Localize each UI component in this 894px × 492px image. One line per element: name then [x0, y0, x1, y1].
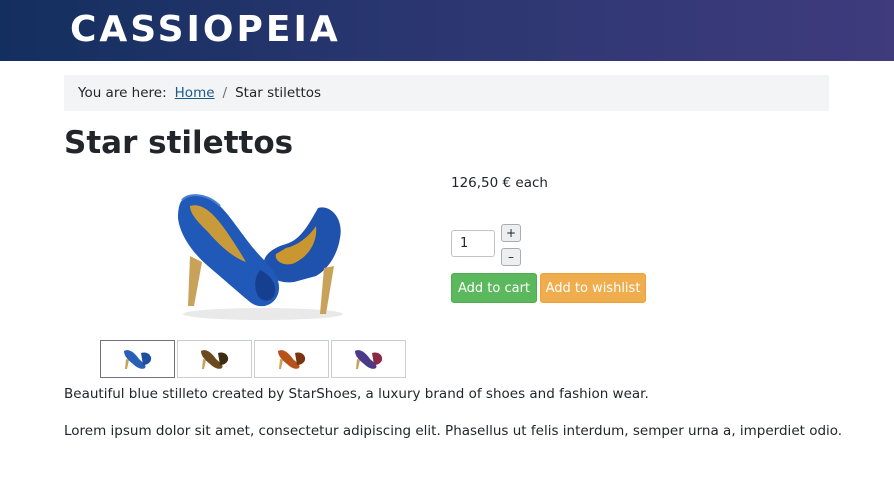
quantity-input[interactable]	[451, 230, 495, 257]
breadcrumb-current: Star stilettos	[235, 85, 322, 101]
shoe-thumbnail-icon	[123, 350, 151, 369]
shoe-thumbnail-icon	[200, 350, 228, 369]
thumbnail-1[interactable]	[100, 340, 175, 378]
breadcrumb-separator: /	[222, 85, 228, 101]
thumbnail-2[interactable]	[177, 340, 252, 378]
quantity-increase-button[interactable]: +	[501, 224, 521, 242]
thumbnail-3[interactable]	[254, 340, 329, 378]
shoe-thumbnail-icon	[354, 350, 382, 369]
breadcrumb-prefix: You are here:	[78, 85, 167, 101]
add-to-wishlist-button[interactable]: Add to wishlist	[540, 273, 646, 303]
shoe-thumbnail-icon	[277, 350, 305, 369]
site-logo[interactable]: CASSIOPEIA	[70, 9, 341, 50]
breadcrumb: You are here: Home / Star stilettos	[64, 75, 829, 111]
product-description: Beautiful blue stilleto created by StarS…	[64, 386, 649, 402]
product-main-image[interactable]	[168, 186, 352, 322]
product-description-extra: Lorem ipsum dolor sit amet, consectetur …	[64, 423, 843, 439]
quantity-decrease-button[interactable]: –	[501, 248, 521, 266]
product-price: 126,50 € each	[451, 175, 548, 191]
site-header: CASSIOPEIA	[0, 0, 894, 61]
add-to-cart-button[interactable]: Add to cart	[451, 273, 537, 303]
page-title: Star stilettos	[64, 125, 294, 161]
thumbnail-strip	[100, 340, 406, 378]
breadcrumb-home-link[interactable]: Home	[175, 85, 215, 101]
thumbnail-4[interactable]	[331, 340, 406, 378]
